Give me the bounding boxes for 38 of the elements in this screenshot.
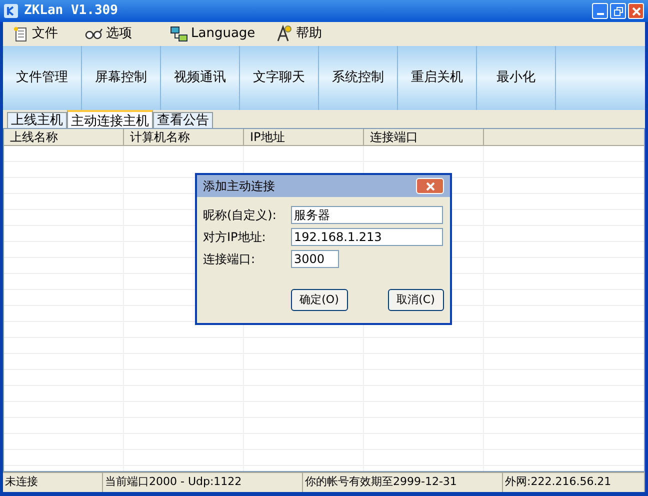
status-text: 你的帐号有效期至2999-12-31	[303, 472, 503, 492]
restore-button[interactable]	[610, 3, 626, 19]
restore-icon	[614, 6, 622, 16]
close-button[interactable]	[416, 178, 444, 194]
close-button[interactable]	[628, 3, 644, 19]
menu-item[interactable]: 选项	[75, 23, 160, 45]
field-label: 昵称(自定义):	[203, 206, 278, 224]
minimize-button[interactable]	[592, 3, 608, 19]
menu-item[interactable]: 文件	[3, 23, 75, 45]
input-field[interactable]: 3000	[291, 250, 339, 268]
tab[interactable]: 查看公告	[153, 112, 213, 128]
close-icon	[426, 182, 434, 190]
minimize-icon	[596, 13, 604, 15]
field-label: 对方IP地址:	[203, 228, 267, 246]
glasses-icon	[85, 28, 103, 40]
tab[interactable]: 上线主机	[7, 112, 67, 128]
dialog-title: 添加主动连接	[203, 178, 275, 195]
app-logo-icon	[4, 4, 18, 18]
menu-item[interactable]: Language	[160, 23, 265, 45]
input-field[interactable]: 192.168.1.213	[291, 228, 443, 246]
column-header[interactable]: IP地址	[244, 129, 364, 145]
dialog-button[interactable]: 确定(O)	[291, 289, 348, 311]
input-field[interactable]: 服务器	[291, 206, 443, 224]
document-icon	[13, 26, 29, 42]
status-text: 未连接	[3, 472, 103, 492]
status-text: 外网:222.216.56.21	[503, 472, 645, 492]
field-label: 连接端口:	[203, 250, 256, 268]
column-header[interactable]: 上线名称	[4, 129, 124, 145]
close-icon	[632, 6, 640, 16]
status-text: 当前端口2000 - Udp:1122	[103, 472, 303, 492]
network-icon	[170, 26, 188, 42]
tab[interactable]: 主动连接主机	[67, 110, 153, 128]
window-title: ZKLan V1.309	[24, 2, 118, 20]
column-header[interactable]: 连接端口	[364, 129, 484, 145]
dialog-button[interactable]: 取消(C)	[388, 289, 444, 311]
help-icon	[275, 25, 293, 43]
menu-item[interactable]: 帮助	[265, 23, 335, 45]
column-header[interactable]: 计算机名称	[124, 129, 244, 145]
